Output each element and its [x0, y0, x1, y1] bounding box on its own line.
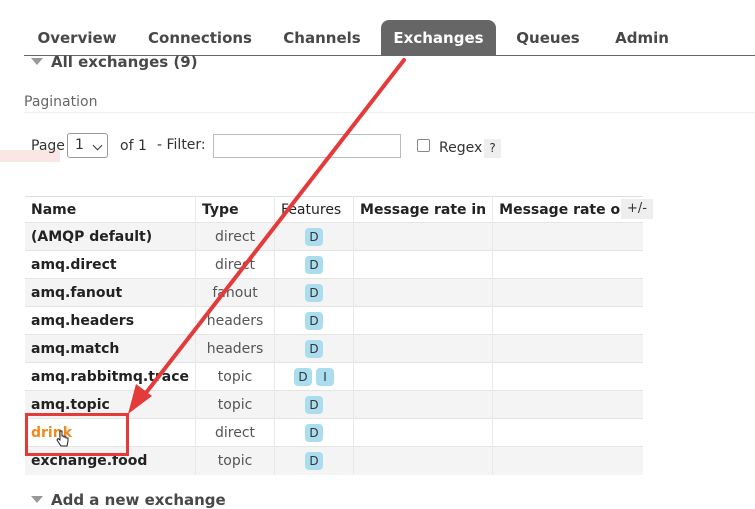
feature-badge: D — [305, 451, 324, 470]
filter-input[interactable] — [213, 134, 401, 158]
exchange-name-link[interactable]: amq.direct — [25, 251, 196, 279]
exchange-type: headers — [195, 334, 275, 363]
tab-channels[interactable]: Channels — [276, 20, 368, 56]
exchange-features: D — [274, 278, 354, 307]
message-rate-in — [353, 362, 493, 391]
columns-toggle-button[interactable]: +/- — [621, 199, 653, 219]
table-row: amq.headers headers D — [25, 306, 643, 335]
message-rate-out — [492, 362, 643, 391]
feature-badge: D — [294, 367, 313, 386]
add-section-title: Add a new exchange — [51, 491, 226, 509]
feature-badge: I — [316, 367, 335, 386]
pagination-title: Pagination — [24, 94, 98, 110]
table-row: amq.rabbitmq.trace topic D I — [25, 362, 643, 391]
exchange-name-link[interactable]: amq.match — [25, 335, 196, 363]
exchange-name-link[interactable]: amq.rabbitmq.trace — [25, 363, 196, 391]
page-count-label: of 1 — [120, 138, 147, 154]
exchange-features: D — [274, 222, 354, 251]
exchange-type: direct — [195, 418, 275, 447]
column-header-name[interactable]: Name — [25, 196, 196, 223]
message-rate-in — [353, 250, 493, 279]
message-rate-in — [353, 222, 493, 251]
exchange-features: D — [274, 390, 354, 419]
all-exchanges-toggle[interactable]: All exchanges (9) — [31, 53, 198, 71]
message-rate-in — [353, 306, 493, 335]
exchange-name-link[interactable]: (AMQP default) — [25, 223, 196, 251]
main-nav-tabs: Overview Connections Channels Exchanges … — [0, 0, 755, 56]
exchange-features: D — [274, 306, 354, 335]
tab-admin[interactable]: Admin — [604, 20, 680, 56]
exchange-features: D — [274, 418, 354, 447]
collapse-triangle-icon — [31, 58, 43, 65]
message-rate-in — [353, 418, 493, 447]
exchange-type: topic — [195, 390, 275, 419]
regex-checkbox[interactable] — [417, 139, 430, 152]
section-title: All exchanges (9) — [51, 53, 198, 71]
regex-label: Regex — [439, 140, 483, 156]
message-rate-out — [492, 278, 643, 307]
exchange-features: D — [274, 446, 354, 475]
table-row: (AMQP default) direct D — [25, 222, 643, 251]
chevron-down-icon — [92, 140, 103, 151]
message-rate-in — [353, 446, 493, 475]
message-rate-out — [492, 390, 643, 419]
page-select-value: 1 — [75, 137, 84, 153]
exchange-type: direct — [195, 222, 275, 251]
exchange-type: fanout — [195, 278, 275, 307]
message-rate-out — [492, 250, 643, 279]
exchange-features: DI — [274, 362, 354, 391]
filter-label: - Filter: — [157, 137, 206, 153]
exchange-name-link[interactable]: amq.fanout — [25, 279, 196, 307]
message-rate-out — [492, 446, 643, 475]
column-header-features: Features — [274, 196, 354, 223]
regex-help-button[interactable]: ? — [484, 139, 501, 158]
tab-queues[interactable]: Queues — [508, 20, 588, 56]
feature-badge: D — [305, 311, 324, 330]
feature-badge: D — [305, 255, 324, 274]
exchange-type: topic — [195, 362, 275, 391]
page-select[interactable]: 1 — [67, 133, 108, 158]
tab-connections[interactable]: Connections — [146, 20, 254, 56]
exchange-features: D — [274, 334, 354, 363]
exchange-type: headers — [195, 306, 275, 335]
message-rate-in — [353, 334, 493, 363]
feature-badge: D — [305, 283, 324, 302]
message-rate-out — [492, 334, 643, 363]
feature-badge: D — [305, 423, 324, 442]
feature-badge: D — [305, 395, 324, 414]
tab-exchanges[interactable]: Exchanges — [381, 20, 496, 56]
exchange-type: topic — [195, 446, 275, 475]
table-row: amq.match headers D — [25, 334, 643, 363]
feature-badge: D — [305, 227, 324, 246]
table-header-row: Name Type Features Message rate in Messa… — [25, 196, 643, 223]
table-row: amq.direct direct D — [25, 250, 643, 279]
exchange-type: direct — [195, 250, 275, 279]
pagination-divider — [24, 112, 755, 113]
column-header-rate-in[interactable]: Message rate in — [353, 196, 493, 223]
annotation-highlight-box — [25, 413, 129, 456]
add-exchange-toggle[interactable]: Add a new exchange — [31, 491, 226, 509]
page-label: Page — [31, 138, 65, 154]
hand-cursor-icon — [56, 430, 69, 447]
message-rate-out — [492, 222, 643, 251]
tab-overview[interactable]: Overview — [30, 20, 124, 56]
message-rate-in — [353, 278, 493, 307]
message-rate-in — [353, 390, 493, 419]
message-rate-out — [492, 306, 643, 335]
table-row: amq.fanout fanout D — [25, 278, 643, 307]
exchange-name-link[interactable]: amq.headers — [25, 307, 196, 335]
exchange-features: D — [274, 250, 354, 279]
column-header-type[interactable]: Type — [195, 196, 275, 223]
message-rate-out — [492, 418, 643, 447]
feature-badge: D — [305, 339, 324, 358]
